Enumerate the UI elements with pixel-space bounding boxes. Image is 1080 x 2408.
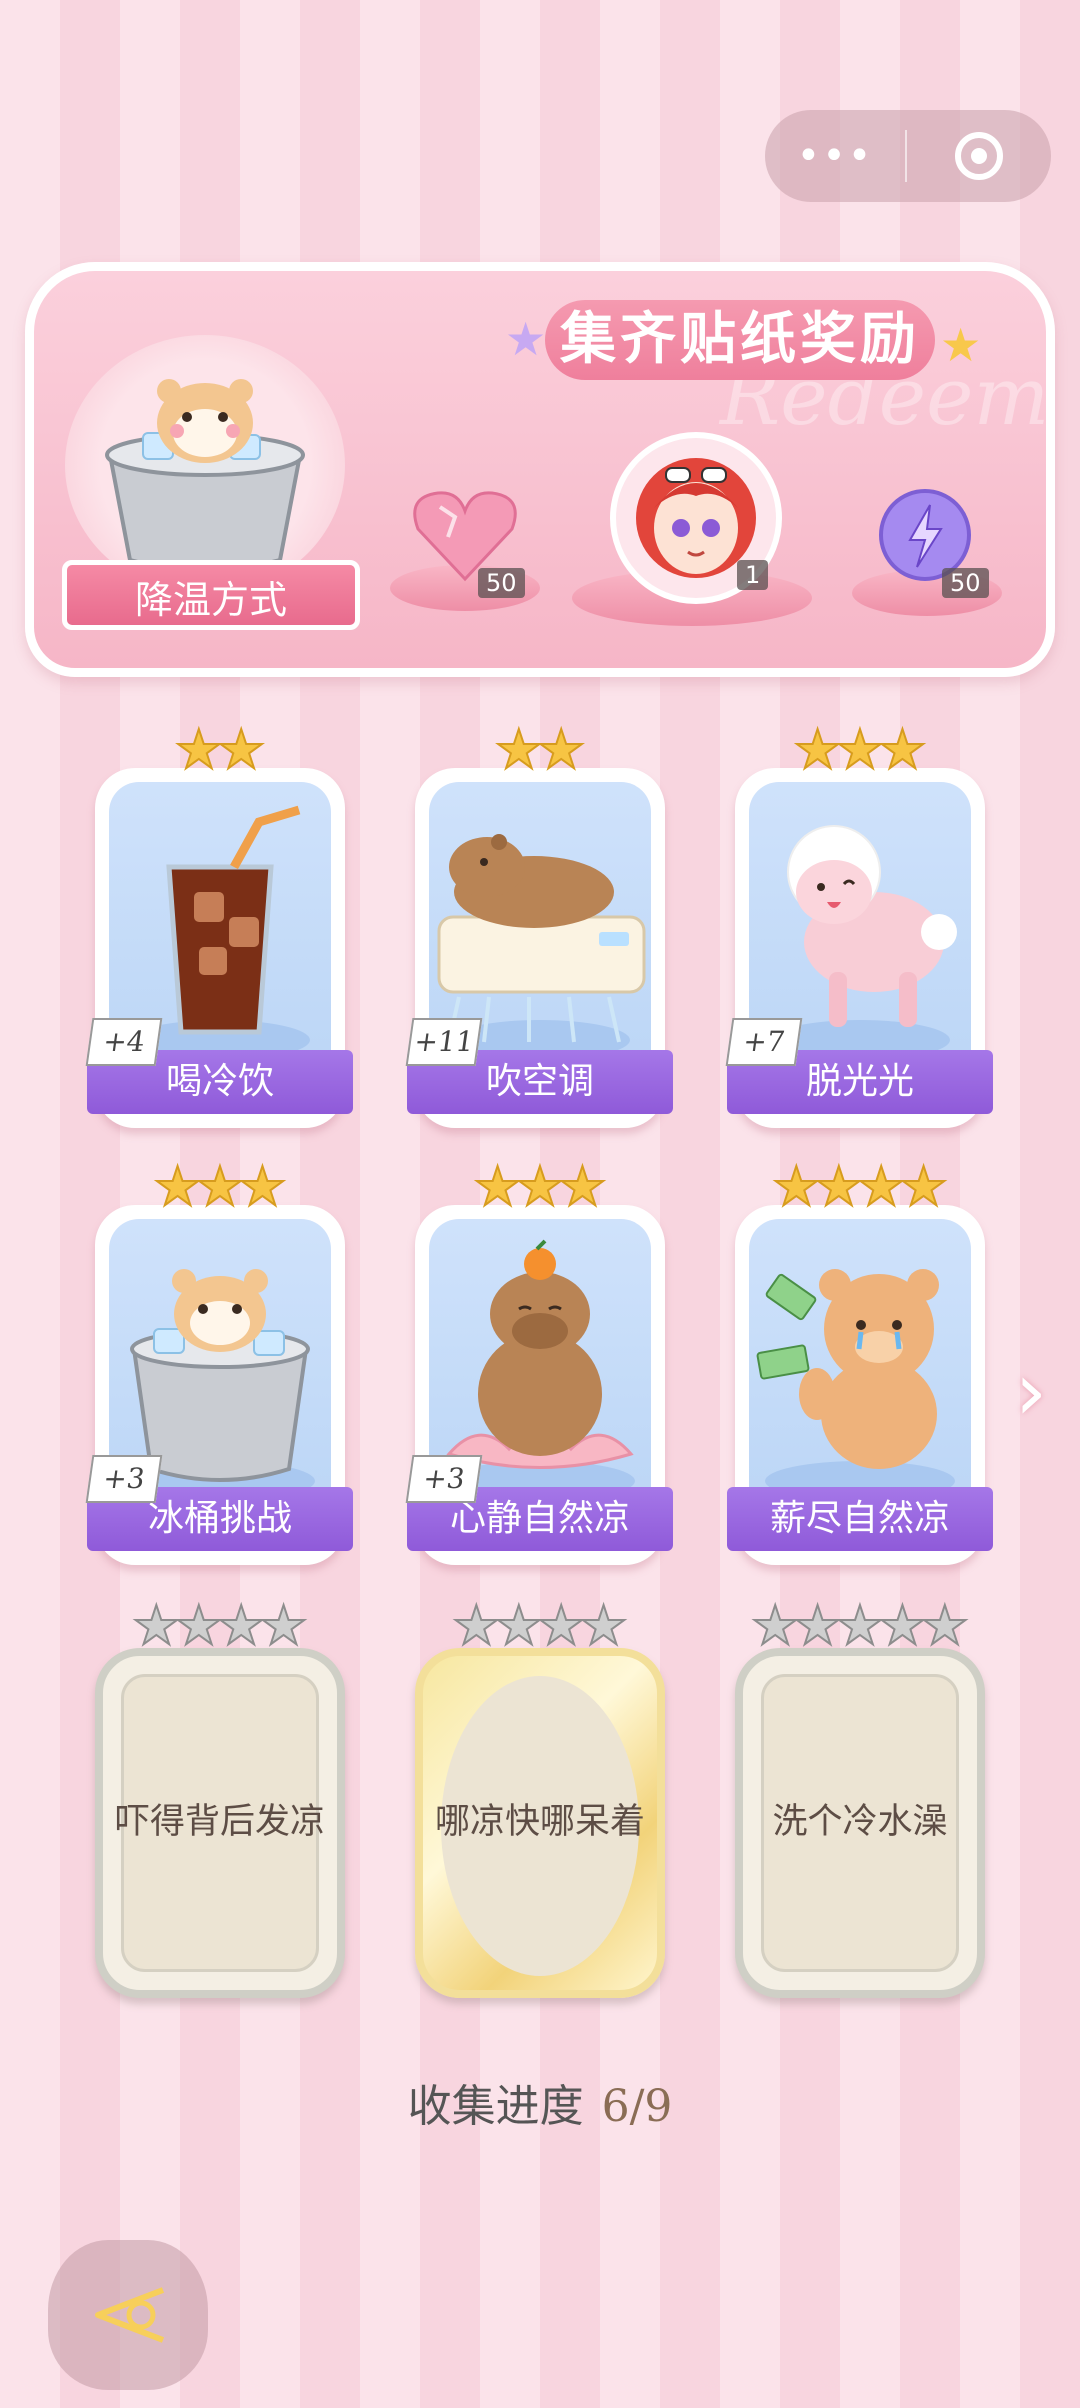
progress-label: 收集进度 xyxy=(407,2081,584,2132)
card-stars: ★★ xyxy=(494,718,587,781)
card-stars: ★★★ xyxy=(152,1155,287,1218)
reward-count: 50 xyxy=(478,568,525,598)
card-name: 吓得背后发凉 xyxy=(114,1802,325,1842)
reward-count: 50 xyxy=(942,568,989,598)
card-stars: ★★★ xyxy=(792,718,927,781)
card-bonus: +7 xyxy=(725,1018,803,1066)
card-bonus: +3 xyxy=(85,1455,163,1503)
card-name: 洗个冷水澡 xyxy=(772,1802,948,1842)
sticker-card[interactable]: ★★ 吹空调 +11 xyxy=(405,719,673,1128)
card-bonus: +3 xyxy=(405,1455,483,1503)
gold-star-icon: ★ xyxy=(940,318,982,372)
sticker-card[interactable]: ★★★ 脱光光 +7 xyxy=(725,719,993,1128)
cooling-method-label[interactable]: 降温方式 xyxy=(62,560,360,630)
collection-progress: 收集进度 6/9 xyxy=(0,2070,1080,2134)
purple-star-icon: ★ xyxy=(505,312,547,366)
banner-title: 集齐贴纸奖励 xyxy=(545,300,935,380)
card-stars: ★★★★★ xyxy=(750,1594,970,1657)
more-icon[interactable]: ••• xyxy=(765,133,905,179)
back-arrow-icon xyxy=(95,2287,165,2343)
card-stars: ★★★★ xyxy=(771,1155,949,1218)
locked-sticker-card[interactable]: ★★★★ 吓得背后发凉 xyxy=(95,1595,345,2008)
sticker-card[interactable]: ★★★ 心静自然凉 +3 xyxy=(405,1156,673,1565)
cooling-method-emblem[interactable] xyxy=(65,335,345,595)
card-bonus: +11 xyxy=(405,1018,483,1066)
progress-value: 6/9 xyxy=(601,2081,673,2132)
locked-sticker-card[interactable]: ★★★★ 哪凉快哪呆着 xyxy=(415,1595,665,2008)
crying-bear-icon xyxy=(756,1269,955,1501)
locked-sticker-card[interactable]: ★★★★★ 洗个冷水澡 xyxy=(735,1595,985,2008)
next-page-arrow[interactable]: › xyxy=(1015,1345,1047,1438)
reward-count: 1 xyxy=(737,560,769,590)
sticker-card[interactable]: ★★★ 冰桶挑战 +3 xyxy=(85,1156,353,1565)
card-art xyxy=(749,1219,971,1509)
card-name: 薪尽自然凉 xyxy=(727,1487,993,1551)
sticker-card[interactable]: ★★ 喝冷饮 +4 xyxy=(85,719,353,1128)
card-stars: ★★★★ xyxy=(131,1594,309,1657)
card-stars: ★★★★ xyxy=(451,1594,629,1657)
sticker-card[interactable]: ★★★★ 薪尽自然凉 xyxy=(727,1156,993,1565)
target-icon xyxy=(955,132,1003,180)
card-name: 哪凉快哪呆着 xyxy=(434,1802,645,1842)
mini-program-capsule: ••• xyxy=(765,110,1051,202)
card-stars: ★★ xyxy=(174,718,267,781)
hamster-ice-bucket-icon xyxy=(105,379,305,572)
card-stars: ★★★ xyxy=(472,1155,607,1218)
card-bonus: +4 xyxy=(85,1018,163,1066)
close-target-button[interactable] xyxy=(907,132,1051,180)
back-button[interactable] xyxy=(48,2240,208,2390)
